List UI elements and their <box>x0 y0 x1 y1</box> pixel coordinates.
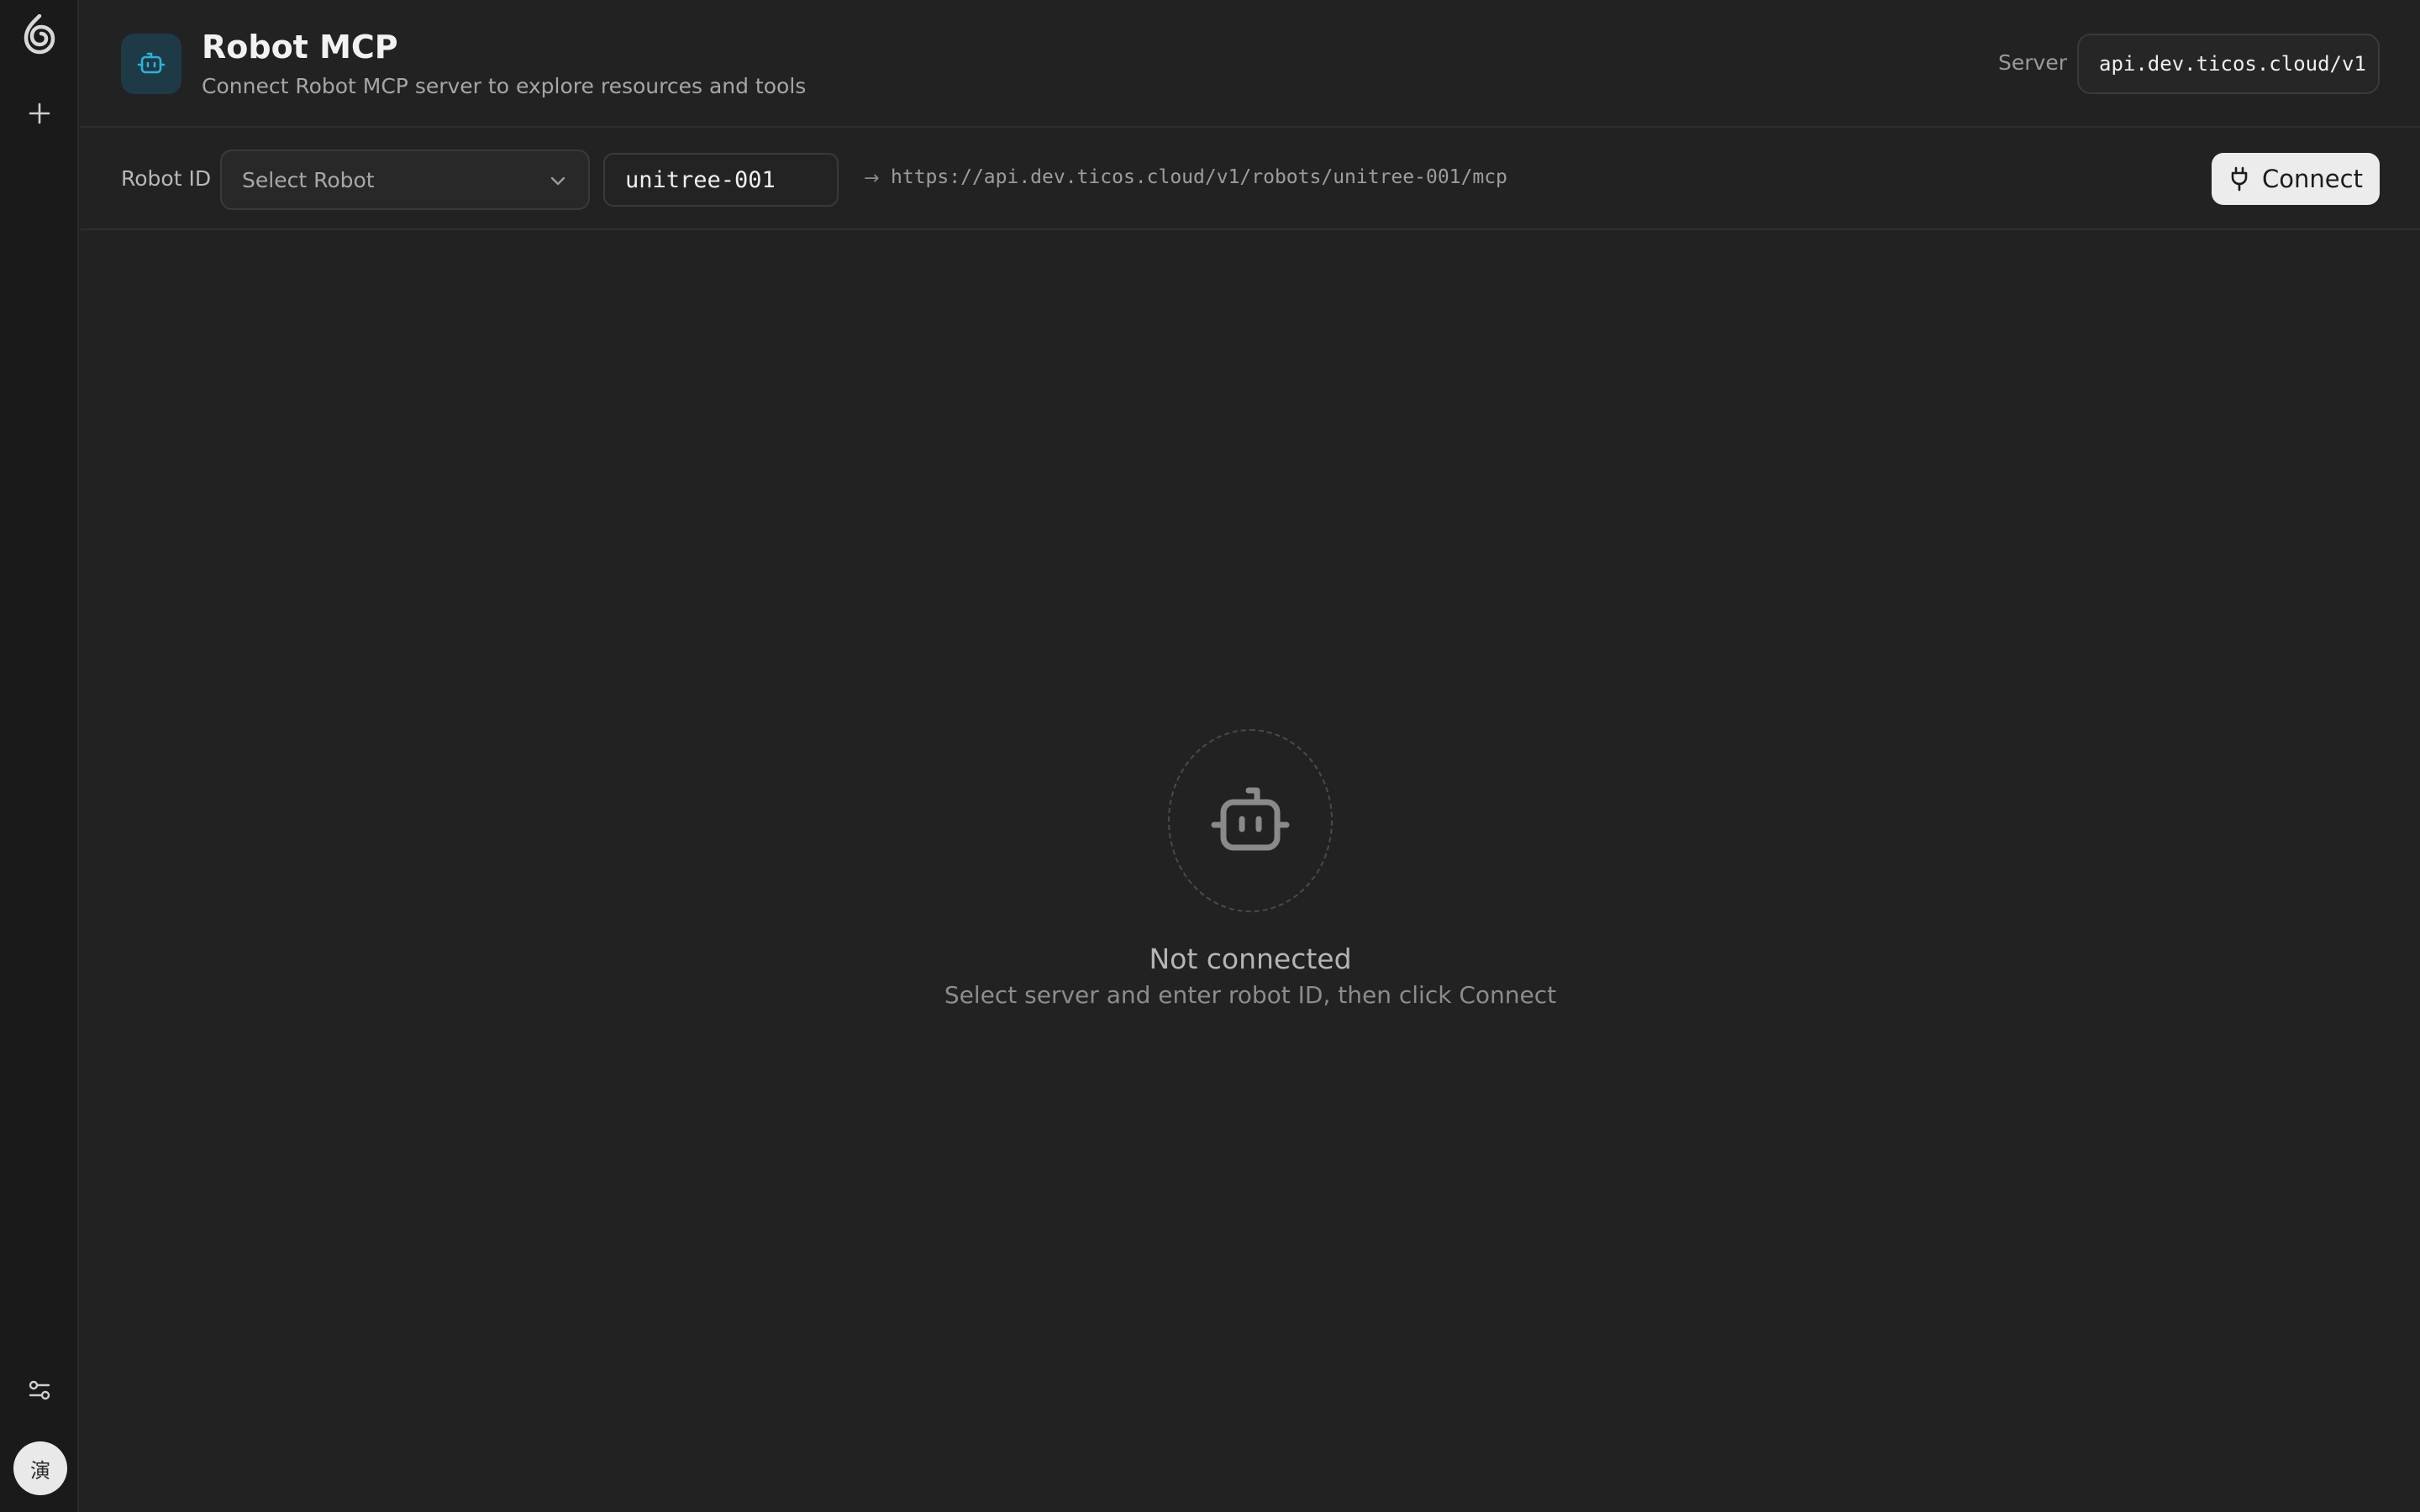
connection-toolbar: Robot ID Select Robot → https://api.dev.… <box>81 129 2420 230</box>
robot-icon <box>1211 787 1290 851</box>
app-logo[interactable] <box>10 5 69 64</box>
robot-select[interactable]: Select Robot <box>220 150 590 210</box>
app-root: 演 Robot MCP Connect Robot MCP server to … <box>0 0 2420 1512</box>
sidebar-rail: 演 <box>0 0 79 1512</box>
page-subtitle: Connect Robot MCP server to explore reso… <box>202 74 807 98</box>
robot-id-label: Robot ID <box>121 166 212 191</box>
robot-id-input[interactable] <box>603 153 839 207</box>
plug-icon <box>2231 166 2248 192</box>
header-icon-tile <box>121 34 182 94</box>
swirl-logo-icon <box>24 14 55 55</box>
page-title: Robot MCP <box>202 29 398 66</box>
empty-state-title: Not connected <box>1149 942 1352 975</box>
robot-select-placeholder: Select Robot <box>242 167 375 192</box>
endpoint-arrow: → <box>864 168 880 189</box>
sliders-icon <box>29 1380 50 1400</box>
server-label: Server <box>1998 50 2067 75</box>
connect-button-label: Connect <box>2262 165 2363 193</box>
new-button[interactable] <box>10 84 69 143</box>
connect-button[interactable]: Connect <box>2212 153 2380 205</box>
avatar[interactable]: 演 <box>13 1441 67 1495</box>
settings-button[interactable] <box>10 1361 69 1420</box>
empty-state-icon-circle <box>1168 729 1333 912</box>
plus-icon <box>29 102 50 124</box>
empty-state-subtitle: Select server and enter robot ID, then c… <box>944 981 1557 1009</box>
endpoint-url: https://api.dev.ticos.cloud/v1/robots/un… <box>891 166 1507 188</box>
chevron-down-icon <box>550 176 566 186</box>
page-header: Robot MCP Connect Robot MCP server to ex… <box>81 0 2420 128</box>
robot-icon <box>137 52 166 74</box>
server-select[interactable]: api.dev.ticos.cloud/v1 <box>2077 34 2380 94</box>
server-select-value: api.dev.ticos.cloud/v1 <box>2099 52 2366 76</box>
